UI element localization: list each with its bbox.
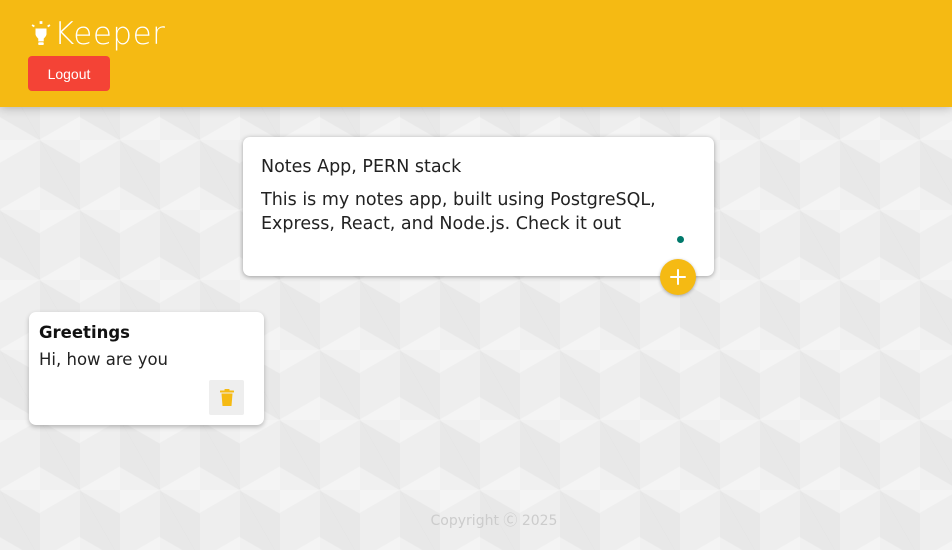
brand: Keeper xyxy=(30,14,165,54)
note-content: Hi, how are you xyxy=(39,350,169,369)
plus-icon xyxy=(670,269,686,285)
copyright-text: Copyright Ⓒ 2025 xyxy=(430,513,558,529)
note-title-input[interactable] xyxy=(261,155,696,179)
delete-note-button[interactable] xyxy=(209,380,244,415)
status-dot xyxy=(677,236,684,243)
note-card: Greetings Hi, how are you xyxy=(29,312,264,425)
note-content-input[interactable]: This is my notes app, built using Postgr… xyxy=(261,188,696,240)
app-header: Keeper Logout xyxy=(0,0,952,107)
logout-button[interactable]: Logout xyxy=(28,56,110,91)
add-note-button[interactable] xyxy=(660,259,696,295)
footer: Copyright Ⓒ 2025 xyxy=(0,511,952,531)
note-title: Greetings xyxy=(39,323,130,342)
trash-icon xyxy=(219,388,234,406)
app-title: Keeper xyxy=(54,16,166,52)
create-note-form: This is my notes app, built using Postgr… xyxy=(243,137,714,295)
lightbulb-icon xyxy=(31,21,51,45)
